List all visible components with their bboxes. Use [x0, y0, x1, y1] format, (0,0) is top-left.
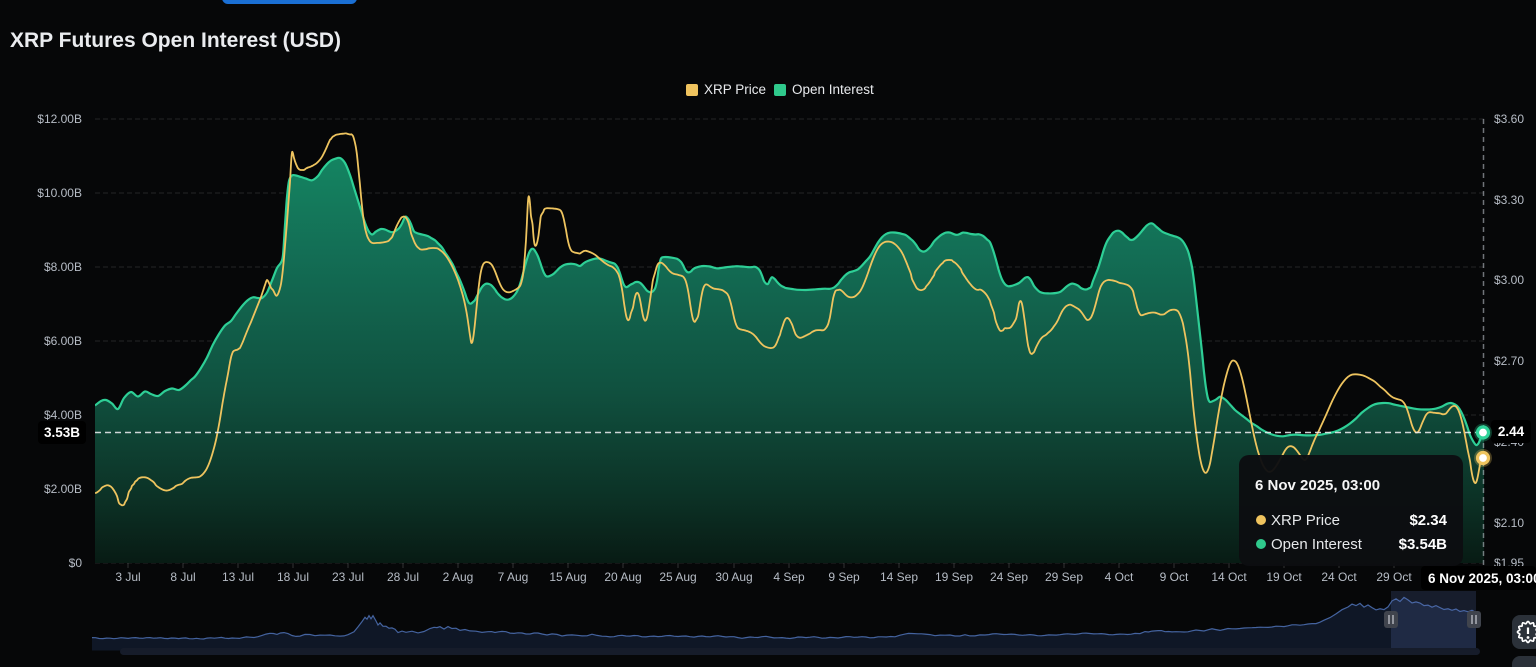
svg-text:XRP Price: XRP Price [704, 82, 766, 97]
svg-text:$10.00B: $10.00B [37, 186, 82, 200]
svg-text:$3.54B: $3.54B [1399, 536, 1448, 553]
svg-text:$12.00B: $12.00B [37, 112, 82, 126]
svg-text:19 Sep: 19 Sep [935, 570, 973, 584]
svg-text:8 Jul: 8 Jul [170, 570, 195, 584]
svg-text:29 Oct: 29 Oct [1376, 570, 1412, 584]
svg-text:20 Aug: 20 Aug [604, 570, 641, 584]
svg-text:$4.00B: $4.00B [44, 408, 82, 422]
svg-text:$2.34: $2.34 [1409, 512, 1447, 529]
svg-text:$2.10: $2.10 [1494, 516, 1524, 530]
svg-text:14 Sep: 14 Sep [880, 570, 918, 584]
svg-text:$6.00B: $6.00B [44, 334, 82, 348]
svg-text:XRP Price: XRP Price [1271, 512, 1340, 529]
svg-text:Open Interest: Open Interest [1271, 536, 1363, 553]
svg-text:$3.00: $3.00 [1494, 273, 1524, 287]
svg-text:2 Aug: 2 Aug [443, 570, 474, 584]
svg-text:$2.00B: $2.00B [44, 482, 82, 496]
svg-text:3.53B: 3.53B [44, 425, 80, 440]
svg-text:15 Aug: 15 Aug [549, 570, 586, 584]
svg-text:28 Jul: 28 Jul [387, 570, 419, 584]
svg-text:6 Nov 2025, 03:00: 6 Nov 2025, 03:00 [1428, 571, 1536, 586]
svg-text:$3.30: $3.30 [1494, 193, 1524, 207]
svg-text:3 Jul: 3 Jul [115, 570, 140, 584]
svg-text:4 Sep: 4 Sep [773, 570, 805, 584]
svg-text:30 Aug: 30 Aug [715, 570, 752, 584]
svg-text:24 Sep: 24 Sep [990, 570, 1028, 584]
svg-text:19 Oct: 19 Oct [1266, 570, 1302, 584]
svg-text:14 Oct: 14 Oct [1211, 570, 1247, 584]
svg-text:24 Oct: 24 Oct [1321, 570, 1357, 584]
svg-text:$0: $0 [69, 556, 83, 570]
svg-text:4 Oct: 4 Oct [1105, 570, 1134, 584]
svg-text:23 Jul: 23 Jul [332, 570, 364, 584]
svg-text:7 Aug: 7 Aug [498, 570, 529, 584]
svg-text:6 Nov 2025, 03:00: 6 Nov 2025, 03:00 [1255, 477, 1380, 494]
svg-text:$8.00B: $8.00B [44, 260, 82, 274]
svg-text:Open Interest: Open Interest [792, 82, 874, 97]
svg-text:29 Sep: 29 Sep [1045, 570, 1083, 584]
svg-text:25 Aug: 25 Aug [659, 570, 696, 584]
svg-text:9 Sep: 9 Sep [828, 570, 860, 584]
svg-text:2.44: 2.44 [1498, 424, 1525, 439]
svg-text:9 Oct: 9 Oct [1160, 570, 1189, 584]
svg-text:13 Jul: 13 Jul [222, 570, 254, 584]
svg-text:XRP Futures Open Interest (USD: XRP Futures Open Interest (USD) [10, 29, 341, 52]
svg-text:$3.60: $3.60 [1494, 112, 1524, 126]
svg-text:$2.70: $2.70 [1494, 354, 1524, 368]
svg-text:18 Jul: 18 Jul [277, 570, 309, 584]
